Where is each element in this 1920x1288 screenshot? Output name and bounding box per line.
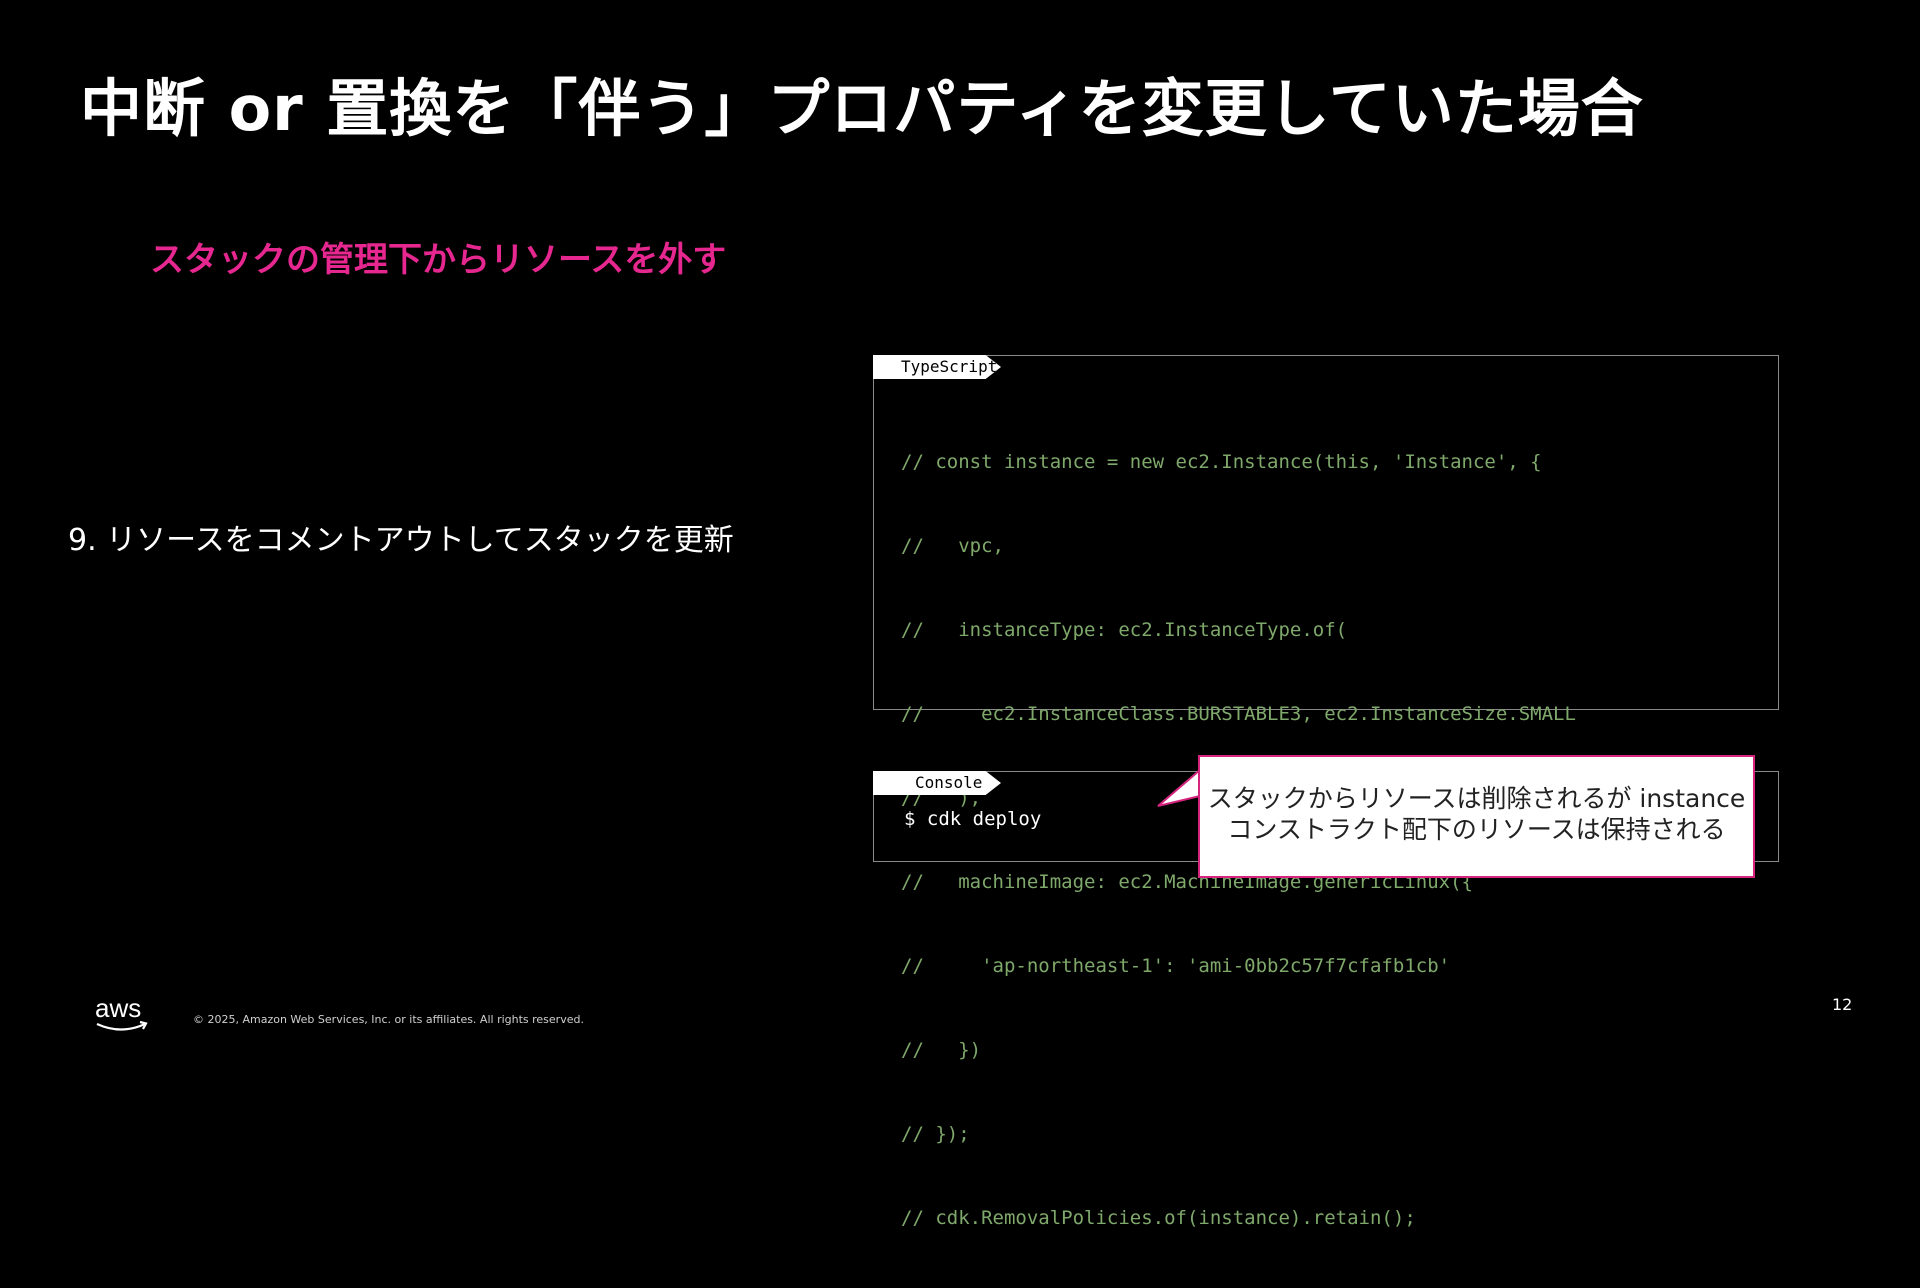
callout-pointer [1157,767,1202,807]
code-line: // vpc, [901,535,1004,557]
step-description: 9. リソースをコメントアウトしてスタックを更新 [68,523,734,558]
aws-logo-text: aws [95,993,141,1023]
copyright-text: © 2025, Amazon Web Services, Inc. or its… [193,1013,584,1026]
aws-logo: aws [95,993,148,1031]
callout-text-line-2: コンストラクト配下のリソースは保持される [1227,815,1726,844]
page-number: 12 [1832,995,1853,1014]
code-line: // }); [901,1123,970,1145]
code-line: // }) [901,1039,982,1061]
console-command: $ cdk deploy [904,808,1042,830]
slide-subtitle: スタックの管理下からリソースを外す [150,240,727,280]
code-block: TypeScript // const instance = new ec2.I… [873,355,1779,1229]
callout-box: スタックからリソースは削除されるが instance コンストラクト配下のリソー… [1198,755,1755,878]
code-line: // cdk.RemovalPolicies.of(instance).reta… [901,1207,1416,1229]
code-line: // 'ap-northeast-1': 'ami-0bb2c57f7cfafb… [901,955,1451,977]
code-line: // ec2.InstanceClass.BURSTABLE3, ec2.Ins… [901,703,1576,725]
code-language-label: TypeScript [873,355,1001,379]
console-label: Console [873,771,1001,795]
code-line: // instanceType: ec2.InstanceType.of( [901,619,1348,641]
code-line: // const instance = new ec2.Instance(thi… [901,451,1542,473]
slide-title: 中断 or 置換を「伴う」プロパティを変更していた場合 [80,72,1644,145]
callout-text-line-1: スタックからリソースは削除されるが instance [1207,784,1746,813]
